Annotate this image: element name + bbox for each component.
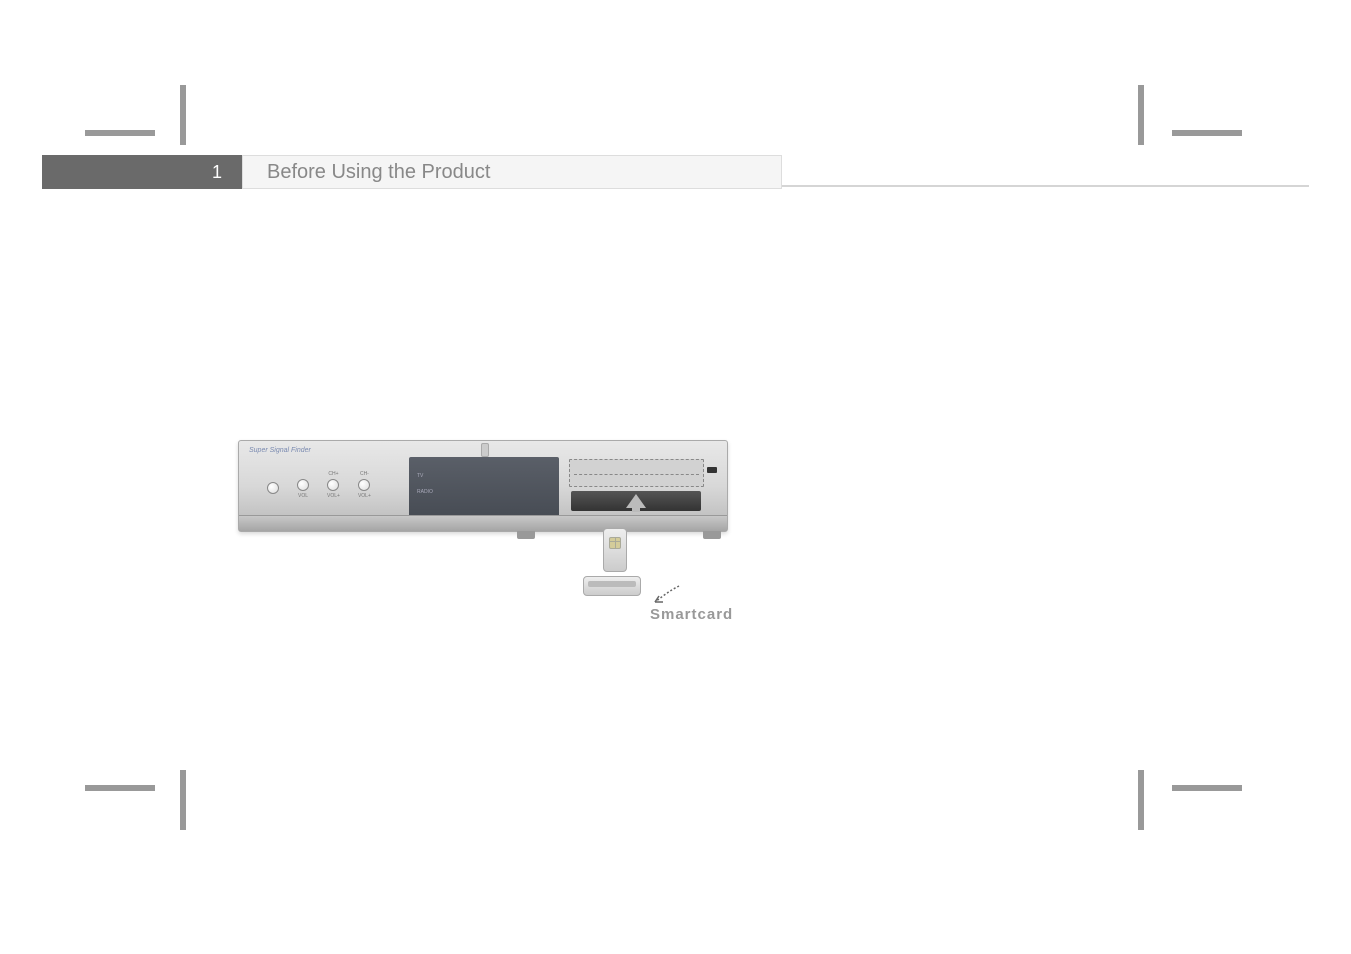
insert-arrow-icon xyxy=(626,494,646,508)
chapter-title-box: Before Using the Product xyxy=(242,155,782,189)
crop-mark xyxy=(1138,770,1144,830)
chapter-title: Before Using the Product xyxy=(267,161,490,184)
crop-mark xyxy=(180,85,186,145)
button-icon xyxy=(297,479,309,491)
device-buttons-row: VOL CH+ VOL+ CH- VOL+ xyxy=(267,471,371,499)
button-icon xyxy=(327,479,339,491)
smartcard-vertical xyxy=(603,528,627,572)
smartcard-label: Smartcard xyxy=(650,606,733,623)
crop-mark xyxy=(1138,85,1144,145)
button-label-bottom: VOL+ xyxy=(327,493,340,499)
smartcard-horizontal xyxy=(583,576,641,596)
device-button xyxy=(267,474,279,496)
smartcard-stripe xyxy=(588,581,636,587)
dotted-center-line xyxy=(574,474,699,475)
smartcard-chip-icon xyxy=(609,537,621,549)
ir-sensor xyxy=(707,467,717,473)
card-slot-area xyxy=(569,459,719,515)
card-slot xyxy=(571,491,701,511)
button-label-top: CH+ xyxy=(328,471,338,477)
device-body: Super Signal Finder VOL CH+ VOL+ CH- VOL… xyxy=(238,440,728,532)
crop-mark xyxy=(85,130,155,136)
device-brand-label: Super Signal Finder xyxy=(249,447,311,454)
button-icon xyxy=(267,482,279,494)
device-foot xyxy=(517,531,535,539)
device-base-strip xyxy=(239,515,727,531)
device-button: VOL xyxy=(297,471,309,499)
device-illustration: Super Signal Finder VOL CH+ VOL+ CH- VOL… xyxy=(238,440,728,600)
crop-mark xyxy=(180,770,186,830)
crop-mark xyxy=(1172,785,1242,791)
smartcard-insert-arrow xyxy=(651,584,681,604)
panel-tv-label: TV xyxy=(417,473,423,479)
button-label-bottom: VOL xyxy=(298,493,308,499)
chapter-header: 1 Before Using the Product xyxy=(42,155,1309,189)
button-label-bottom: VOL+ xyxy=(358,493,371,499)
chapter-number: 1 xyxy=(212,162,222,183)
card-slot-dotted-outline xyxy=(569,459,704,487)
header-rule xyxy=(782,185,1309,187)
device-foot xyxy=(703,531,721,539)
chapter-number-box: 1 xyxy=(42,155,242,189)
crop-mark xyxy=(1172,130,1242,136)
device-button: CH+ VOL+ xyxy=(327,471,340,499)
crop-mark xyxy=(85,785,155,791)
button-label-top: CH- xyxy=(360,471,369,477)
panel-radio-label: RADIO xyxy=(417,489,433,495)
device-display-panel: TV RADIO xyxy=(409,457,559,517)
button-icon xyxy=(358,479,370,491)
device-recess xyxy=(481,443,489,457)
device-button: CH- VOL+ xyxy=(358,471,371,499)
